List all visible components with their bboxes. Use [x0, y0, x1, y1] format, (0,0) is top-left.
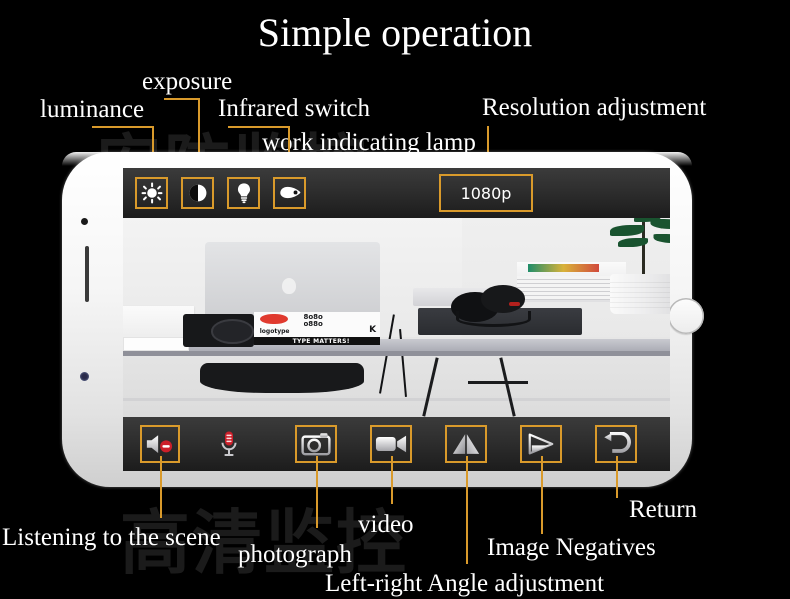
resolution-badge[interactable]: 1080p: [439, 174, 533, 212]
microphone-icon: [221, 431, 237, 456]
infrared-icon: [279, 186, 300, 199]
connector-video-v: [391, 456, 393, 504]
connector-photograph-v: [316, 456, 318, 528]
plant-leaf: [610, 225, 644, 236]
baseboard: [123, 398, 670, 402]
video-camera-icon: [375, 435, 407, 453]
callout-label-negatives: Image Negatives: [487, 534, 656, 561]
callout-label-luminance: luminance: [40, 96, 145, 123]
white-tray: [123, 337, 189, 352]
flip-triangle-icon: [528, 433, 554, 455]
lightbulb-icon: [237, 183, 250, 204]
connector-infrared-h: [228, 126, 290, 128]
earpiece-speaker: [85, 246, 89, 302]
sun-icon: [141, 182, 162, 204]
proximity-sensor-icon: [80, 372, 89, 381]
phone-sheen: [62, 152, 692, 166]
plant: [604, 218, 670, 278]
callout-label-return: Return: [629, 496, 698, 523]
book-glyphs: 8o8o o88o: [303, 313, 323, 328]
camera-icon: [301, 433, 331, 456]
top-toolbar: 1080p: [123, 168, 670, 218]
luminance-button[interactable]: [135, 177, 168, 209]
desk-edge: [123, 351, 670, 356]
callout-label-angle: Left-right Angle adjustment: [325, 570, 605, 597]
plant-leaf: [653, 234, 670, 244]
screenshot-root: 安防监控 高清监控 Simple operation luminance exp…: [0, 0, 790, 599]
laptop-logo-icon: [281, 277, 296, 294]
book-letter: K: [369, 325, 377, 336]
callout-label-listening: Listening to the scene: [2, 524, 221, 551]
plant-pot-rings: [609, 277, 670, 310]
camera-preview: 8o8o o88o logotype K TYPE MATTERS!: [123, 218, 670, 417]
bottom-toolbar: [123, 417, 670, 471]
page-title: Simple operation: [257, 10, 533, 55]
microphone-button[interactable]: [211, 425, 247, 463]
connector-negatives-v: [541, 456, 543, 534]
connector-luminance-h: [92, 126, 154, 128]
callout-label-video: video: [358, 511, 414, 538]
speaker-mute-icon: [146, 435, 173, 453]
headphones: [451, 284, 539, 328]
callout-label-exposure: exposure: [142, 68, 233, 95]
headphone-cup: [480, 285, 525, 313]
connector-angle-v: [466, 456, 468, 564]
connector-return-v: [616, 456, 618, 498]
preview-scene: 8o8o o88o logotype K TYPE MATTERS!: [123, 218, 670, 417]
phone-screen: 8o8o o88o logotype K TYPE MATTERS! 1080p: [123, 168, 670, 471]
callout-label-resolution-adjustment: Resolution adjustment: [482, 94, 707, 121]
book-title: logotype: [259, 328, 290, 336]
infrared-switch-button[interactable]: [273, 177, 306, 209]
book-subtitle: TYPE MATTERS!: [292, 338, 350, 346]
return-arrow-icon: [604, 432, 631, 453]
exposure-button[interactable]: [181, 177, 214, 209]
book-stack-cover: [527, 263, 599, 272]
headphone-accent: [508, 302, 521, 306]
home-button[interactable]: [668, 298, 704, 334]
mirror-triangle-icon: [452, 434, 480, 454]
connector-exposure-h: [164, 98, 200, 100]
chair-seat: [199, 363, 364, 394]
callout-label-infrared-switch: Infrared switch: [218, 95, 371, 122]
work-lamp-button[interactable]: [227, 177, 260, 209]
callout-label-photograph: photograph: [238, 541, 352, 568]
headphone-band: [456, 310, 531, 327]
connector-listen-v: [160, 456, 162, 518]
contrast-icon: [189, 184, 206, 202]
front-camera-icon: [81, 218, 88, 225]
chair-cross: [467, 381, 528, 385]
